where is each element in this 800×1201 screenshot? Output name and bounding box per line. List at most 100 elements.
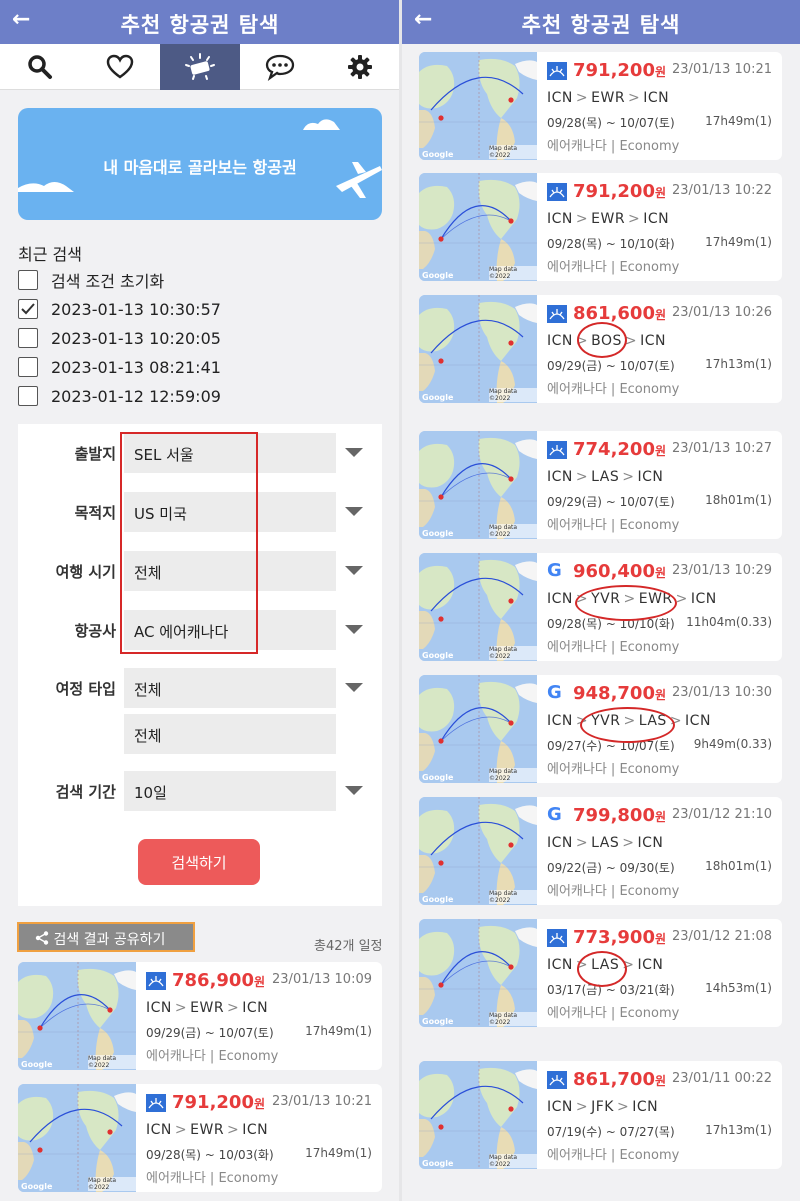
tab-favorites[interactable] <box>80 44 160 90</box>
chevron-right-icon: > <box>628 211 641 227</box>
checkbox[interactable] <box>18 270 38 290</box>
google-map-label: Google <box>422 393 454 402</box>
flight-info: 786,900원 23/01/13 10:09 ICN > EWR > ICN 09/29(금… <box>146 962 382 1070</box>
chevron-down-icon[interactable] <box>345 625 363 634</box>
highlight-oval <box>577 951 627 987</box>
airport-code: LAS <box>591 469 620 485</box>
share-label: 검색 결과 공유하기 <box>53 932 166 948</box>
airline-class: 에어캐나다 | Economy <box>547 382 680 397</box>
map-data-label: Map data ©2022 <box>489 1154 537 1168</box>
trip-type-select-2[interactable]: 전체 <box>124 714 336 754</box>
price-value: 960,400 <box>573 561 655 582</box>
recent-search-title: 최근 검색 <box>18 245 82 264</box>
price: 774,200원 <box>573 439 666 460</box>
flight-result-card[interactable]: Google Map data ©2022 786,900원 23/01/13 10:… <box>18 962 382 1070</box>
flight-info: 791,200원 23/01/13 10:21 ICN > EWR > ICN 09/28(목… <box>146 1084 382 1192</box>
flight-route: ICN > EWR > ICN <box>146 1000 268 1016</box>
page-title: 추천 항공권 탐색 <box>120 13 280 37</box>
chevron-down-icon[interactable] <box>345 507 363 516</box>
flight-result-card[interactable]: Google Map data ©2022 791,200원 23/01/13 10:… <box>419 52 782 160</box>
flight-result-card[interactable]: Google Map data ©2022 774,200원 23/01/13 10:… <box>419 431 782 539</box>
page-title: 추천 항공권 탐색 <box>521 13 681 37</box>
search-timestamp: 23/01/13 10:09 <box>272 972 372 987</box>
flight-duration: 17h49m(1) <box>705 235 772 249</box>
promo-banner[interactable]: 내 마음대로 골라보는 항공권 <box>18 108 382 220</box>
google-map-label: Google <box>422 150 454 159</box>
airport-code: ICN <box>242 1000 269 1016</box>
search-button[interactable]: 검색하기 <box>138 839 260 885</box>
flight-result-card[interactable]: Google Map data ©2022 791,200원 23/01/13 10:… <box>18 1084 382 1192</box>
google-logo-icon: G <box>547 804 562 825</box>
search-timestamp: 23/01/13 10:26 <box>672 305 772 320</box>
price: 948,700원 <box>573 683 666 704</box>
airport-code: ICN <box>547 713 573 729</box>
share-results-button[interactable]: 검색 결과 공유하기 <box>17 922 195 952</box>
checkbox[interactable] <box>18 386 38 406</box>
tab-bar <box>0 44 400 90</box>
tab-ticket[interactable] <box>160 44 240 90</box>
recent-search-item[interactable]: 2023-01-12 12:59:09 <box>18 384 221 408</box>
price-currency: 원 <box>654 1074 667 1088</box>
checkbox[interactable] <box>18 299 38 319</box>
chevron-down-icon[interactable] <box>345 566 363 575</box>
flight-dates: 09/22(금) ~ 09/30(토) <box>547 861 675 875</box>
period-select[interactable]: 10일 <box>124 771 336 811</box>
flight-dates: 09/28(목) ~ 10/03(화) <box>146 1148 274 1162</box>
travel-time-label: 여행 시기 <box>55 563 116 581</box>
recent-search-label: 2023-01-13 08:21:41 <box>51 357 221 377</box>
chevron-right-icon: > <box>622 835 635 851</box>
checkbox[interactable] <box>18 328 38 348</box>
recent-search-item[interactable]: 검색 조건 초기화 <box>18 268 164 292</box>
chevron-down-icon[interactable] <box>345 683 363 692</box>
flight-duration: 17h13m(1) <box>705 357 772 371</box>
recent-search-label: 2023-01-12 12:59:09 <box>51 386 221 406</box>
search-timestamp: 23/01/13 10:22 <box>672 183 772 198</box>
recent-search-item[interactable]: 2023-01-13 10:30:57 <box>18 297 221 321</box>
flight-dates: 09/28(목) ~ 10/07(토) <box>547 116 675 130</box>
flight-duration: 17h49m(1) <box>705 114 772 128</box>
chevron-right-icon: > <box>622 469 635 485</box>
tab-chat[interactable] <box>240 44 320 90</box>
chevron-down-icon[interactable] <box>345 786 363 795</box>
tab-settings[interactable] <box>320 44 400 90</box>
flight-result-card[interactable]: Google Map data ©2022 791,200원 23/01/13 10:… <box>419 173 782 281</box>
price: 773,900원 <box>573 927 666 948</box>
map-data-label: Map data ©2022 <box>489 890 537 904</box>
flight-route: ICN > EWR > ICN <box>547 90 669 106</box>
chevron-right-icon: > <box>628 90 641 106</box>
price-currency: 원 <box>654 810 667 824</box>
flight-route: ICN > LAS > ICN <box>547 469 663 485</box>
chevron-down-icon[interactable] <box>345 448 363 457</box>
airport-code: ICN <box>643 211 670 227</box>
chevron-right-icon: > <box>575 211 589 227</box>
price: 960,400원 <box>573 561 666 582</box>
recent-search-item[interactable]: 2023-01-13 08:21:41 <box>18 355 221 379</box>
flight-result-card[interactable]: Google Map data ©2022 G 799,800원 23/01/12 21… <box>419 797 782 905</box>
flight-result-card[interactable]: Google Map data ©2022 861,700원 23/01/11 00:… <box>419 1061 782 1169</box>
airport-code: ICN <box>242 1122 269 1138</box>
left-screen: ← 추천 항공권 탐색 내 마음대로 골라보는 항공권 최근 검색 검색 조건 … <box>0 0 400 1201</box>
route-map-image <box>419 919 537 1027</box>
airline-class: 에어캐나다 | Economy <box>547 260 680 275</box>
price-value: 861,700 <box>573 1069 655 1090</box>
search-form: 출발지 SEL 서울 목적지 US 미국 여행 시기 전체 항공사 AC 에어캐… <box>18 424 382 906</box>
search-timestamp: 23/01/13 10:29 <box>672 563 772 578</box>
google-logo-icon: G <box>547 682 562 703</box>
recent-search-item[interactable]: 2023-01-13 10:20:05 <box>18 326 221 350</box>
chevron-right-icon: > <box>575 1099 589 1115</box>
tab-search[interactable] <box>0 44 80 90</box>
search-timestamp: 23/01/12 21:10 <box>672 807 772 822</box>
destination-label: 목적지 <box>74 504 116 522</box>
airline-class: 에어캐나다 | Economy <box>547 884 680 899</box>
route-map: Google Map data ©2022 <box>419 52 537 160</box>
air-canada-logo-icon <box>146 1094 166 1112</box>
trip-type-select[interactable]: 전체 <box>124 668 336 708</box>
flight-duration: 18h01m(1) <box>705 493 772 507</box>
route-map: Google Map data ©2022 <box>18 1084 136 1192</box>
price-value: 791,200 <box>573 60 655 81</box>
price: 791,200원 <box>573 60 666 81</box>
airport-code: ICN <box>643 90 670 106</box>
flight-duration: 11h04m(0.33) <box>686 615 772 629</box>
airport-code: ICN <box>547 469 573 485</box>
checkbox[interactable] <box>18 357 38 377</box>
